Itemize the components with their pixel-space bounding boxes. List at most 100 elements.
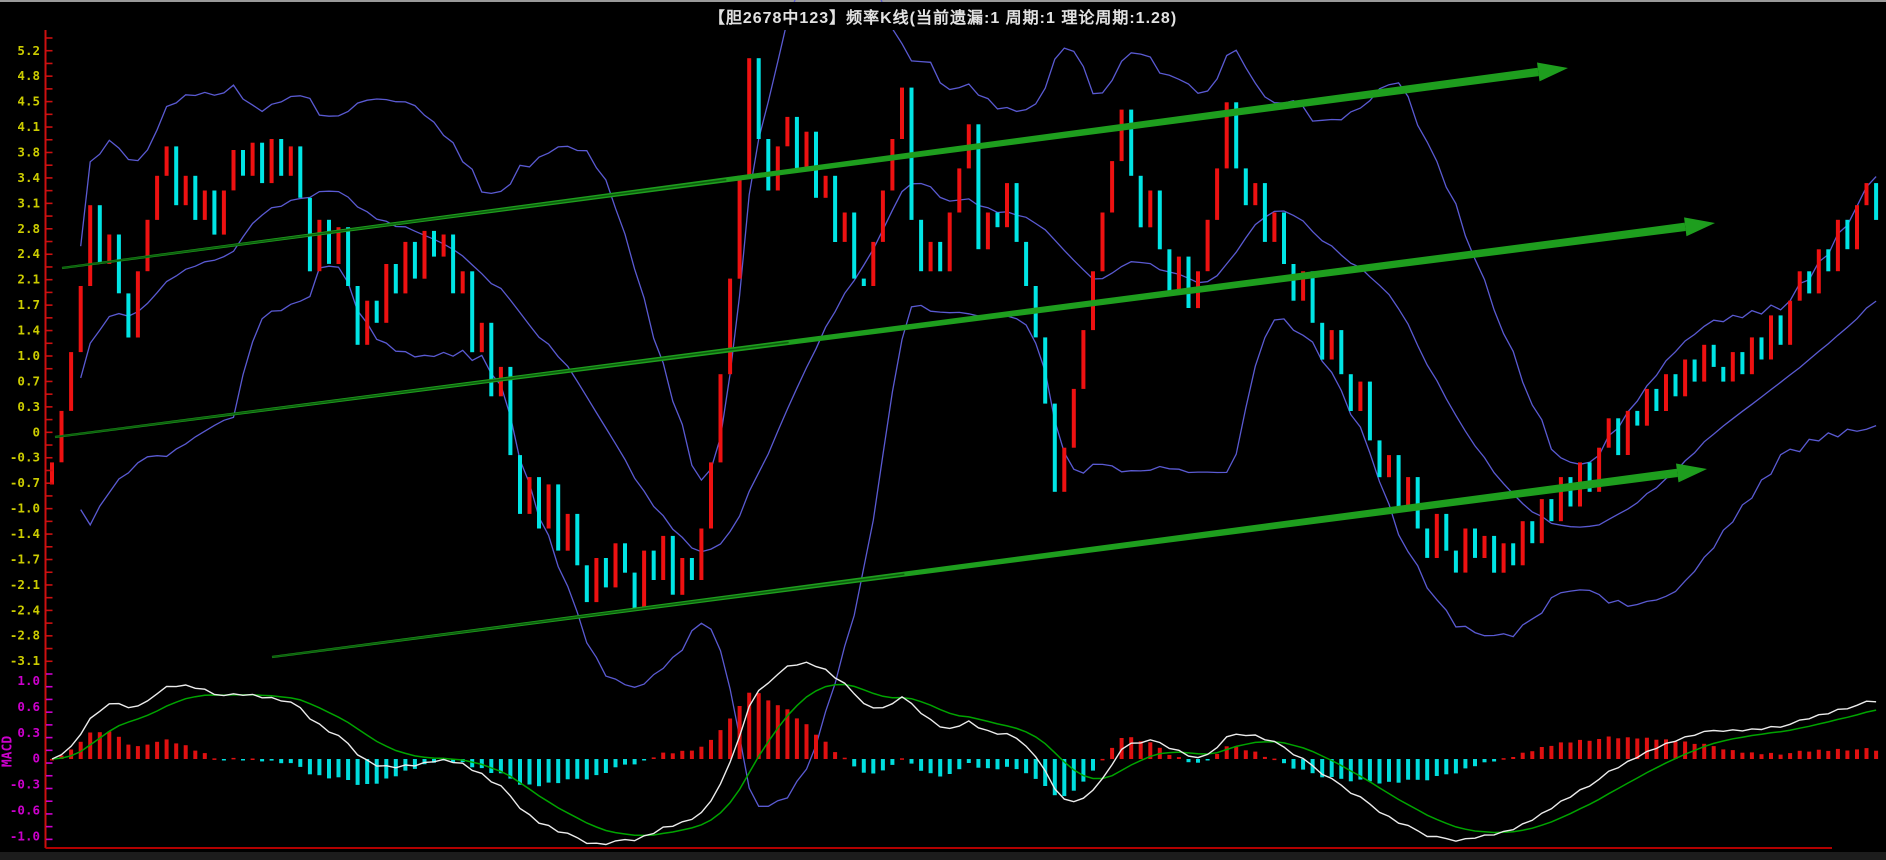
candle [1616, 418, 1620, 455]
macd-axis-tick-label: 0.3 [17, 725, 40, 740]
candle [184, 176, 188, 205]
macd-bar [881, 759, 885, 770]
main-axis-tick-label: -1.7 [10, 551, 40, 566]
candle [1206, 220, 1210, 271]
macd-bar [1473, 759, 1477, 766]
candle [1635, 411, 1639, 426]
candle [1492, 536, 1496, 573]
main-axis-tick-label: -2.8 [10, 628, 40, 643]
candle [298, 146, 302, 197]
candle [1272, 213, 1276, 242]
candle [594, 558, 598, 602]
main-axis-tick-label: 3.8 [17, 145, 40, 160]
candle [260, 143, 264, 183]
macd-bar [1263, 757, 1267, 759]
macd-bar [1683, 742, 1687, 760]
candle [79, 286, 83, 352]
candle [528, 477, 532, 514]
macd-bar [766, 700, 770, 759]
macd-bar [1225, 746, 1229, 759]
macd-bar [1845, 751, 1849, 760]
macd-bar [384, 759, 388, 779]
candle [1320, 323, 1324, 360]
kline-app-window: 【胆2678中123】频率K线(当前遗漏:1 周期:1 理论周期:1.28) 5… [0, 0, 1886, 860]
candle [50, 462, 54, 484]
chart-title: 【胆2678中123】频率K线(当前遗漏:1 周期:1 理论周期:1.28) [709, 4, 1177, 28]
main-axis-tick-label: 3.4 [17, 170, 40, 185]
macd-bar [614, 759, 618, 767]
main-axis-tick-label: 1.4 [17, 323, 40, 338]
main-axis-tick-label: 0.3 [17, 399, 40, 414]
macd-bar [289, 759, 293, 763]
macd-bar [986, 759, 990, 768]
candle [776, 146, 780, 190]
main-axis-tick-label: 4.8 [17, 68, 40, 83]
macd-bar [365, 759, 369, 784]
macd-bar [1798, 751, 1802, 759]
macd-histogram [50, 693, 1878, 796]
candle [976, 124, 980, 249]
macd-bar [747, 693, 751, 759]
macd-bar [270, 759, 274, 761]
candle [1368, 382, 1372, 441]
candle [1702, 345, 1706, 382]
macd-bar [1005, 759, 1009, 767]
macd-bar [1626, 737, 1630, 759]
macd-bar [1521, 753, 1525, 759]
candle [642, 551, 646, 610]
candle [98, 205, 102, 264]
candle [241, 150, 245, 176]
main-axis-tick-label: 5.2 [17, 43, 40, 58]
candle [566, 514, 570, 551]
macd-bar [776, 705, 780, 759]
candle [948, 213, 952, 272]
macd-bar [69, 750, 73, 760]
macd-bar [1607, 737, 1611, 760]
candle [1788, 301, 1792, 345]
macd-bar [805, 724, 809, 759]
candle [919, 220, 923, 271]
candle [1330, 330, 1334, 359]
bottom-scrollbar[interactable] [0, 852, 1886, 860]
candle [279, 139, 283, 176]
macd-bar [1779, 755, 1783, 759]
macd-bar [919, 759, 923, 771]
macd-bar [1167, 755, 1171, 759]
candle [1521, 521, 1525, 565]
candle [1015, 183, 1019, 242]
macd-bar [1435, 759, 1439, 776]
candle [661, 536, 665, 580]
candle [136, 271, 140, 337]
candle [1760, 337, 1764, 359]
macd-bar [146, 745, 150, 759]
main-axis-tick-label: -1.0 [10, 501, 40, 516]
macd-bar [1091, 759, 1095, 771]
candle [1721, 367, 1725, 382]
macd-bar [1139, 741, 1143, 759]
macd-bar [1034, 759, 1038, 779]
candle [1511, 543, 1515, 565]
macd-bar [1444, 759, 1448, 774]
candle [384, 264, 388, 323]
macd-bar [547, 759, 551, 783]
candle [1569, 477, 1573, 506]
macd-bar [1196, 759, 1200, 763]
macd-bar [212, 758, 216, 760]
main-axis-tick-label: 0.7 [17, 373, 40, 388]
main-axis-tick-label: 2.1 [17, 272, 40, 287]
candle [929, 242, 933, 271]
macd-bar [489, 759, 493, 773]
macd-bar [1244, 750, 1248, 759]
candle [805, 132, 809, 169]
kline-chart-canvas[interactable]: 5.24.84.54.13.83.43.12.82.42.11.71.41.00… [0, 0, 1886, 860]
main-axis-tick-label: -2.1 [10, 577, 40, 592]
candle [155, 176, 159, 220]
macd-bar [910, 759, 914, 764]
macd-bar [900, 758, 904, 760]
candle [1311, 271, 1315, 323]
macd-bar [1425, 759, 1429, 780]
macd-bar [604, 759, 608, 773]
candle [871, 242, 875, 286]
candle [365, 301, 369, 345]
candle [146, 220, 150, 271]
